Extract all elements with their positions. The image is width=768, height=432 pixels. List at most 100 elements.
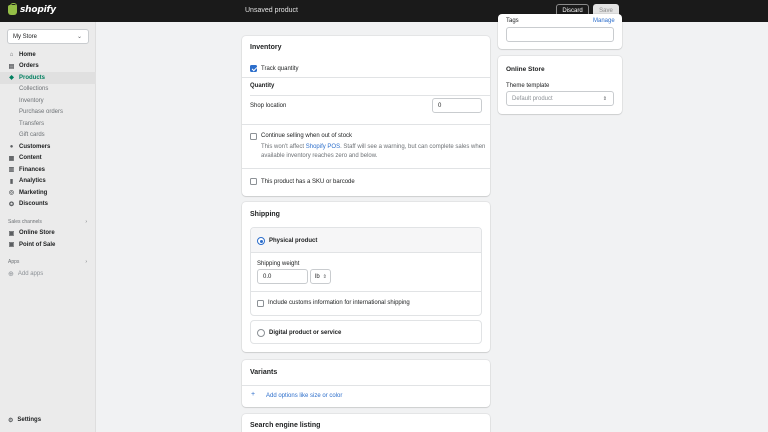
- top-bar: shopify Unsaved product Discard Save: [0, 0, 768, 22]
- online-store-card: Online Store Theme template Default prod…: [498, 56, 622, 114]
- variants-title: Variants: [250, 369, 278, 376]
- divider: [242, 385, 490, 386]
- apps-heading[interactable]: Apps ›: [0, 257, 96, 269]
- inventory-title: Inventory: [250, 44, 282, 51]
- sidebar-item-point-of-sale[interactable]: ▣ Point of Sale: [0, 239, 96, 251]
- sidebar-item-label: Marketing: [19, 189, 48, 196]
- shopify-bag-icon: [8, 3, 17, 15]
- sales-channels-label: Sales channels: [8, 218, 42, 225]
- track-quantity-checkbox[interactable]: [250, 65, 257, 72]
- content-icon: ▦: [8, 155, 15, 162]
- chart-icon: ▮: [9, 178, 14, 185]
- bank-icon: ▥: [8, 167, 15, 174]
- continue-selling-label: Continue selling when out of stock: [261, 133, 353, 139]
- sidebar-item-customers[interactable]: ● Customers: [0, 141, 96, 153]
- sidebar-item-label: Analytics: [19, 178, 46, 185]
- sku-checkbox[interactable]: [250, 178, 257, 185]
- inventory-card: Inventory Track quantity Quantity Shop l…: [242, 36, 490, 196]
- page-status-title: Unsaved product: [245, 7, 298, 14]
- person-icon: ●: [9, 143, 14, 150]
- logo-text: shopify: [20, 5, 56, 15]
- divider: [251, 291, 481, 292]
- shipping-weight-input[interactable]: 0.0: [257, 269, 308, 284]
- divider: [242, 77, 490, 78]
- sidebar-item-label: Discounts: [19, 201, 49, 208]
- help-text-pre: This won't affect: [261, 144, 306, 150]
- theme-template-value: Default product: [512, 95, 553, 102]
- sidebar-item-label: Content: [19, 155, 42, 162]
- add-options-link[interactable]: Add options like size or color: [266, 393, 342, 399]
- chevron-updown-icon: ⌄: [76, 34, 82, 40]
- add-apps-link[interactable]: ⊕ Add apps: [0, 268, 96, 280]
- continue-selling-checkbox[interactable]: [250, 133, 257, 140]
- home-icon: ⌂: [9, 51, 14, 58]
- physical-product-label: Physical product: [269, 238, 318, 244]
- shipping-card: Shipping Physical product Shipping weigh…: [242, 202, 490, 352]
- sidebar-item-products[interactable]: ◆ Products: [0, 72, 96, 84]
- sidebar-item-settings[interactable]: ⚙ Settings: [0, 414, 96, 426]
- seo-title: Search engine listing: [250, 422, 321, 429]
- divider: [250, 95, 490, 96]
- sidebar-item-label: Customers: [19, 143, 51, 150]
- shopify-pos-link[interactable]: Shopify POS: [306, 144, 340, 150]
- divider: [242, 124, 490, 125]
- physical-product-radio[interactable]: [257, 237, 265, 245]
- orders-icon: ▤: [8, 63, 15, 70]
- sidebar-item-label: Point of Sale: [19, 241, 56, 248]
- sidebar-nav: ⌂ Home ▤ Orders ◆ Products Collections I…: [0, 49, 96, 280]
- chevron-right-icon: ›: [85, 259, 87, 266]
- tags-label: Tags: [506, 18, 519, 24]
- sidebar-subitem-purchase-orders[interactable]: Purchase orders: [0, 107, 96, 119]
- sidebar-item-label: Finances: [19, 166, 46, 173]
- gear-icon: ⚙: [8, 417, 14, 424]
- sidebar-subitem-transfers[interactable]: Transfers: [0, 118, 96, 130]
- sidebar-subitem-collections[interactable]: Collections: [0, 84, 96, 96]
- add-apps-label: Add apps: [17, 270, 44, 277]
- customs-info-checkbox[interactable]: [257, 300, 264, 307]
- sidebar-item-online-store[interactable]: ▣ Online Store: [0, 228, 96, 240]
- discount-icon: ✪: [8, 201, 15, 208]
- shopify-logo[interactable]: shopify: [8, 3, 56, 15]
- sidebar-item-analytics[interactable]: ▮ Analytics: [0, 176, 96, 188]
- sidebar-item-marketing[interactable]: ◎ Marketing: [0, 187, 96, 199]
- shipping-weight-label: Shipping weight: [257, 261, 300, 267]
- theme-template-select[interactable]: Default product ⇕: [506, 91, 614, 106]
- digital-product-label: Digital product or service: [269, 330, 342, 336]
- seo-card: Search engine listing: [242, 414, 490, 432]
- sidebar: My Store ⌄ ⌂ Home ▤ Orders ◆ Products Co…: [0, 22, 96, 432]
- weight-unit-select[interactable]: lb ⇕: [310, 269, 331, 284]
- sidebar-item-home[interactable]: ⌂ Home: [0, 49, 96, 61]
- help-text-line2: available inventory reaches zero and bel…: [261, 152, 378, 159]
- sidebar-subitem-inventory[interactable]: Inventory: [0, 95, 96, 107]
- apps-label: Apps: [8, 259, 20, 266]
- shipping-title: Shipping: [250, 211, 280, 218]
- pos-icon: ▣: [8, 242, 15, 249]
- sidebar-item-finances[interactable]: ▥ Finances: [0, 164, 96, 176]
- sidebar-item-label: Home: [19, 51, 36, 58]
- store-selector[interactable]: My Store ⌄: [7, 29, 89, 44]
- chevron-updown-icon: ⇕: [602, 95, 607, 102]
- store-icon: ▣: [8, 230, 15, 237]
- theme-template-label: Theme template: [506, 83, 550, 89]
- help-text-post: . Staff will see a warning, but can comp…: [340, 144, 486, 150]
- shop-location-quantity-input[interactable]: 0: [432, 98, 482, 113]
- tags-input[interactable]: [506, 27, 614, 42]
- sidebar-subitem-gift-cards[interactable]: Gift cards: [0, 130, 96, 142]
- sidebar-item-content[interactable]: ▦ Content: [0, 153, 96, 165]
- sales-channels-heading[interactable]: Sales channels ›: [0, 216, 96, 228]
- sidebar-item-discounts[interactable]: ✪ Discounts: [0, 199, 96, 211]
- customs-info-label: Include customs information for internat…: [268, 300, 410, 306]
- organization-card: Tags Manage: [498, 14, 622, 49]
- chevron-updown-icon: ⇕: [322, 273, 327, 280]
- shop-location-label: Shop location: [250, 103, 287, 109]
- target-icon: ◎: [8, 190, 15, 197]
- tag-icon: ◆: [9, 75, 14, 82]
- manage-tags-link[interactable]: Manage: [593, 18, 615, 24]
- digital-product-box[interactable]: Digital product or service: [250, 320, 482, 344]
- plus-circle-icon: ⊕: [8, 270, 14, 278]
- sidebar-item-orders[interactable]: ▤ Orders: [0, 61, 96, 73]
- sidebar-item-label: Orders: [19, 63, 39, 70]
- plus-icon: +: [251, 391, 256, 398]
- digital-product-radio[interactable]: [257, 329, 265, 337]
- online-store-title: Online Store: [506, 66, 545, 73]
